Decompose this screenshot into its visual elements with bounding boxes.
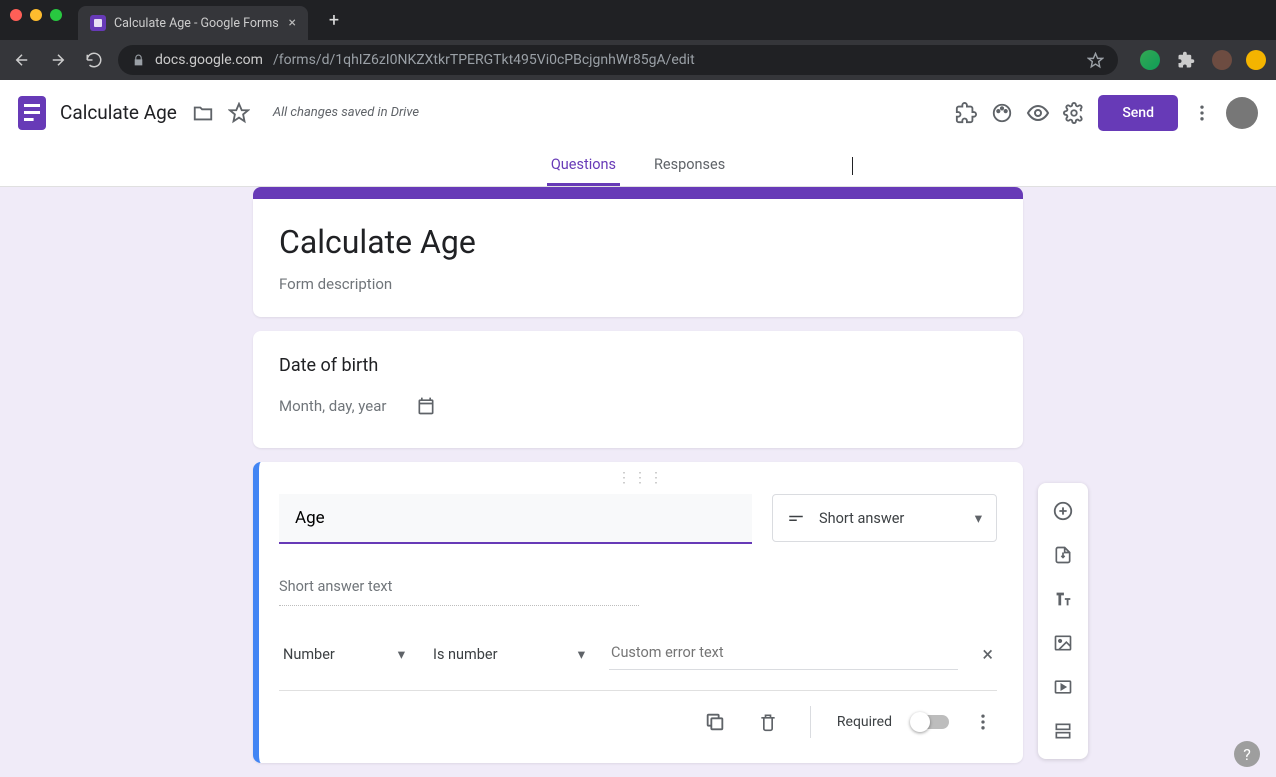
window-close-icon[interactable]: [10, 9, 22, 21]
divider: [810, 706, 811, 738]
profile-badge-icon[interactable]: [1246, 50, 1266, 70]
validation-rule-label: Is number: [433, 646, 498, 663]
url-host: docs.google.com: [155, 52, 263, 68]
validation-row: Number ▾ Is number ▾ ×: [279, 638, 997, 670]
required-label: Required: [837, 714, 892, 730]
tab-strip: Calculate Age - Google Forms × +: [0, 0, 1276, 40]
star-icon[interactable]: [227, 101, 251, 125]
window-zoom-icon[interactable]: [50, 9, 62, 21]
question-card-date[interactable]: Date of birth Month, day, year: [253, 331, 1023, 448]
short-answer-icon: [787, 509, 805, 527]
send-button[interactable]: Send: [1098, 95, 1178, 131]
forms-logo-icon[interactable]: [18, 96, 46, 130]
required-toggle[interactable]: [912, 715, 949, 729]
drag-handle-icon[interactable]: ⋮⋮⋮: [617, 470, 665, 486]
lock-icon: [132, 54, 145, 67]
title-card[interactable]: Calculate Age Form description: [253, 199, 1023, 317]
question-type-dropdown[interactable]: Short answer ▾: [772, 494, 997, 542]
form-description[interactable]: Form description: [279, 275, 997, 293]
add-image-icon[interactable]: [1045, 625, 1081, 661]
reload-button[interactable]: [82, 48, 106, 72]
form-title[interactable]: Calculate Age: [279, 223, 997, 261]
import-questions-icon[interactable]: [1045, 537, 1081, 573]
duplicate-icon[interactable]: [698, 705, 732, 739]
dropdown-arrow-icon: ▾: [578, 646, 585, 663]
question-title: Date of birth: [279, 355, 997, 376]
toolbar-row: docs.google.com/forms/d/1qhIZ6zI0NKZXtkr…: [0, 40, 1276, 80]
remove-validation-icon[interactable]: ×: [978, 638, 997, 670]
text-cursor: [852, 157, 853, 175]
question-footer: Required: [279, 690, 997, 739]
form-name-input[interactable]: Calculate Age: [58, 97, 179, 128]
profile-avatar-icon[interactable]: [1212, 50, 1232, 70]
add-video-icon[interactable]: [1045, 669, 1081, 705]
question-title-input[interactable]: [279, 494, 752, 544]
new-tab-button[interactable]: +: [320, 6, 348, 34]
forward-button[interactable]: [46, 48, 70, 72]
window-minimize-icon[interactable]: [30, 9, 42, 21]
dropdown-arrow-icon: ▾: [975, 510, 982, 527]
preview-eye-icon[interactable]: [1026, 101, 1050, 125]
short-answer-placeholder: Short answer text: [279, 572, 639, 606]
forms-favicon-icon: [90, 15, 106, 31]
tool-rail: [1038, 483, 1088, 759]
account-avatar[interactable]: [1226, 97, 1258, 129]
tab-title: Calculate Age - Google Forms: [114, 16, 279, 31]
app-header: Calculate Age All changes saved in Drive…: [0, 80, 1276, 145]
form-column: Calculate Age Form description Date of b…: [253, 187, 1023, 777]
settings-gear-icon[interactable]: [1062, 101, 1086, 125]
extensions-area: [1130, 48, 1266, 72]
validation-rule-dropdown[interactable]: Is number ▾: [429, 640, 589, 669]
question-more-icon[interactable]: [969, 708, 997, 736]
type-label: Short answer: [819, 510, 904, 527]
addons-icon[interactable]: [954, 101, 978, 125]
tab-responses[interactable]: Responses: [650, 145, 729, 186]
move-folder-icon[interactable]: [191, 101, 215, 125]
help-button[interactable]: ?: [1234, 741, 1260, 767]
editor-tabs: Questions Responses: [0, 145, 1276, 187]
validation-error-input[interactable]: [609, 638, 958, 670]
form-canvas: Calculate Age Form description Date of b…: [0, 187, 1276, 777]
validation-type-label: Number: [283, 646, 335, 663]
date-placeholder: Month, day, year: [279, 397, 386, 415]
browser-chrome: Calculate Age - Google Forms × + docs.go…: [0, 0, 1276, 80]
window-controls: [10, 9, 72, 31]
dropdown-arrow-icon: ▾: [398, 646, 405, 663]
delete-trash-icon[interactable]: [752, 706, 784, 738]
calendar-icon: [416, 396, 436, 416]
browser-tab[interactable]: Calculate Age - Google Forms ×: [78, 6, 308, 40]
extensions-puzzle-icon[interactable]: [1174, 48, 1198, 72]
tab-close-icon[interactable]: ×: [289, 15, 296, 31]
add-question-icon[interactable]: [1045, 493, 1081, 529]
extension-icon[interactable]: [1140, 50, 1160, 70]
theme-palette-icon[interactable]: [990, 101, 1014, 125]
save-status: All changes saved in Drive: [273, 105, 419, 120]
tab-questions[interactable]: Questions: [547, 145, 620, 186]
date-answer-row: Month, day, year: [279, 396, 997, 416]
add-title-icon[interactable]: [1045, 581, 1081, 617]
bookmark-star-icon[interactable]: [1087, 52, 1104, 69]
url-path: /forms/d/1qhIZ6zI0NKZXtkrTPERGTkt495Vi0c…: [273, 52, 695, 68]
question-card-age[interactable]: ⋮⋮⋮ Short answer ▾ Short answer text Num…: [253, 462, 1023, 763]
more-menu-icon[interactable]: [1190, 101, 1214, 125]
back-button[interactable]: [10, 48, 34, 72]
add-section-icon[interactable]: [1045, 713, 1081, 749]
accent-bar: [253, 187, 1023, 199]
validation-type-dropdown[interactable]: Number ▾: [279, 640, 409, 669]
address-bar[interactable]: docs.google.com/forms/d/1qhIZ6zI0NKZXtkr…: [118, 45, 1118, 75]
